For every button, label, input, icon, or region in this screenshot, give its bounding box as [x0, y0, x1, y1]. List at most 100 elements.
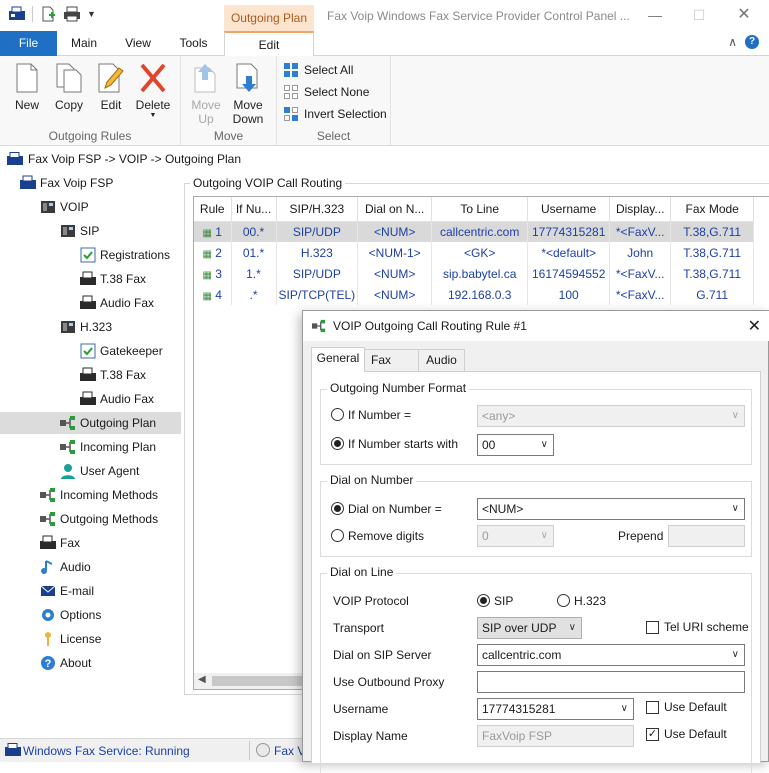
tree-item-t38-fax-h323[interactable]: T.38 Fax [80, 364, 146, 386]
select-all-button[interactable]: Select All [283, 60, 353, 80]
table-cell: <NUM> [357, 284, 433, 305]
tree-item-fax[interactable]: Fax [40, 532, 80, 554]
remove-digits-combo[interactable]: 0 ∨ [477, 525, 554, 547]
edit-button[interactable]: Edit [90, 62, 132, 112]
tree-item-email[interactable]: E-mail [40, 580, 94, 602]
close-button[interactable]: ✕ [729, 4, 759, 26]
display-name-input[interactable]: FaxVoip FSP [477, 725, 634, 747]
tree-item-incoming-plan[interactable]: Incoming Plan [60, 436, 156, 458]
music-note-icon [41, 560, 53, 574]
tree-item-registrations[interactable]: Registrations [80, 244, 170, 266]
tree-item-user-agent[interactable]: User Agent [60, 460, 139, 482]
column-header-username[interactable]: Username [527, 197, 611, 222]
minimize-button[interactable]: — [640, 4, 670, 26]
tree-item-voip[interactable]: VOIP [40, 196, 89, 218]
table-cell: H.323 [276, 242, 359, 263]
tree-item-h323[interactable]: H.323 [60, 316, 112, 338]
tree-item-outgoing-methods[interactable]: Outgoing Methods [40, 508, 158, 530]
column-header-display[interactable]: Display... [609, 197, 672, 222]
tree-item-incoming-methods[interactable]: Incoming Methods [40, 484, 158, 506]
username-use-default-checkbox[interactable] [646, 701, 659, 714]
select-none-button[interactable]: Select None [283, 82, 369, 102]
protocol-h323-radio[interactable] [557, 594, 570, 607]
tab-view[interactable]: View [111, 31, 165, 56]
tree-item-audio[interactable]: Audio [40, 556, 91, 578]
combo-value: callcentric.com [482, 648, 562, 662]
prepend-input[interactable] [668, 525, 745, 547]
column-header-if-number[interactable]: If Nu... [231, 197, 277, 222]
window-title: Fax Voip Windows Fax Service Provider Co… [327, 9, 630, 23]
transport-combo[interactable]: SIP over UDP ∨ [477, 617, 582, 639]
new-document-icon [16, 63, 38, 93]
tree-item-sip[interactable]: SIP [60, 220, 99, 242]
tree-item-fax-voip-fsp[interactable]: Fax Voip FSP [20, 172, 113, 194]
if-number-radio[interactable] [331, 408, 344, 421]
outbound-proxy-input[interactable] [477, 671, 745, 693]
table-row[interactable]: ▦ 3 1.* SIP/UDP <NUM> sip.babytel.ca 161… [194, 263, 755, 284]
tree-item-audio-fax-h323[interactable]: Audio Fax [80, 388, 154, 410]
table-row[interactable]: ▦ 1 00.* SIP/UDP <NUM> callcentric.com 1… [194, 221, 755, 242]
column-header-to-line[interactable]: To Line [431, 197, 529, 222]
new-document-icon[interactable] [39, 6, 57, 22]
tab-fax[interactable]: Fax [364, 349, 419, 371]
tab-general[interactable]: General [311, 347, 365, 372]
qat-dropdown-icon[interactable]: ▼ [87, 9, 96, 19]
column-header-fax-mode[interactable]: Fax Mode [670, 197, 755, 222]
copy-button[interactable]: Copy [48, 62, 90, 112]
email-icon [40, 585, 56, 596]
tree-label: Options [60, 608, 102, 622]
chevron-down-icon: ∨ [540, 439, 548, 450]
delete-button[interactable]: Delete ▼ [132, 62, 174, 120]
help-icon[interactable]: ? [745, 35, 759, 49]
if-number-combo[interactable]: <any> ∨ [477, 405, 745, 427]
tree-item-gatekeeper[interactable]: Gatekeeper [80, 340, 163, 362]
username-combo[interactable]: 17774315281 ∨ [477, 698, 634, 720]
tab-audio[interactable]: Audio [418, 349, 465, 371]
tel-uri-checkbox[interactable] [646, 621, 659, 634]
maximize-button[interactable]: ☐ [684, 4, 714, 26]
column-header-protocol[interactable]: SIP/H.323 [276, 197, 359, 222]
printer-icon[interactable] [63, 6, 81, 22]
collapse-ribbon-icon[interactable]: ∧ [728, 35, 737, 49]
group-outgoing-number-format: Outgoing Number Format If Number = <any>… [320, 381, 752, 465]
tab-file[interactable]: File [0, 31, 57, 56]
horizontal-scrollbar[interactable]: ◀ [194, 673, 304, 689]
tab-edit[interactable]: Edit [224, 31, 314, 57]
combo-value: SIP over UDP [482, 621, 557, 635]
dial-on-number-combo[interactable]: <NUM> ∨ [477, 498, 745, 520]
tree-item-audio-fax-sip[interactable]: Audio Fax [80, 292, 154, 314]
remove-digits-radio[interactable] [331, 529, 344, 542]
move-up-button[interactable]: Move Up [185, 62, 227, 126]
table-row[interactable]: ▦ 2 01.* H.323 <NUM-1> <GK> *<default> J… [194, 242, 755, 263]
tree-label: Gatekeeper [100, 344, 163, 358]
tree-item-outgoing-plan[interactable]: Outgoing Plan [0, 412, 181, 434]
tab-main[interactable]: Main [57, 31, 111, 56]
delete-dropdown-icon[interactable]: ▼ [132, 112, 174, 120]
dial-on-number-radio[interactable] [331, 502, 344, 515]
table-row[interactable]: ▦ 4 .* SIP/TCP(TEL) <NUM> 192.168.0.3 10… [194, 284, 755, 305]
tab-tools[interactable]: Tools [165, 31, 222, 56]
tree-label: License [60, 632, 102, 646]
dialog-close-button[interactable]: ✕ [748, 316, 761, 336]
sip-server-combo[interactable]: callcentric.com ∨ [477, 644, 745, 666]
tree-item-options[interactable]: Options [40, 604, 101, 626]
if-starts-with-combo[interactable]: 00 ∨ [477, 434, 554, 456]
if-starts-with-radio[interactable] [331, 437, 344, 450]
scroll-left-icon[interactable]: ◀ [198, 674, 206, 685]
breadcrumb-text[interactable]: Fax Voip FSP -> VOIP -> Outgoing Plan [28, 150, 241, 168]
tree-item-license[interactable]: License [40, 628, 101, 650]
gear-icon [42, 609, 54, 621]
column-header-rule[interactable]: Rule [194, 197, 232, 222]
column-header-dial-on-number[interactable]: Dial on N... [357, 197, 433, 222]
scroll-thumb[interactable] [212, 676, 302, 686]
tree-item-t38-fax-sip[interactable]: T.38 Fax [80, 268, 146, 290]
invert-selection-button[interactable]: Invert Selection [283, 104, 387, 124]
new-button[interactable]: New [6, 62, 48, 112]
sip-server-label: Dial on SIP Server [333, 648, 432, 662]
tree-item-about[interactable]: ? About [40, 652, 91, 674]
display-use-default-checkbox[interactable]: ✓ [646, 728, 659, 741]
chevron-down-icon: ∨ [540, 530, 548, 541]
table-cell: G.711 [670, 284, 755, 305]
protocol-sip-radio[interactable] [477, 594, 490, 607]
move-down-button[interactable]: Move Down [227, 62, 269, 126]
